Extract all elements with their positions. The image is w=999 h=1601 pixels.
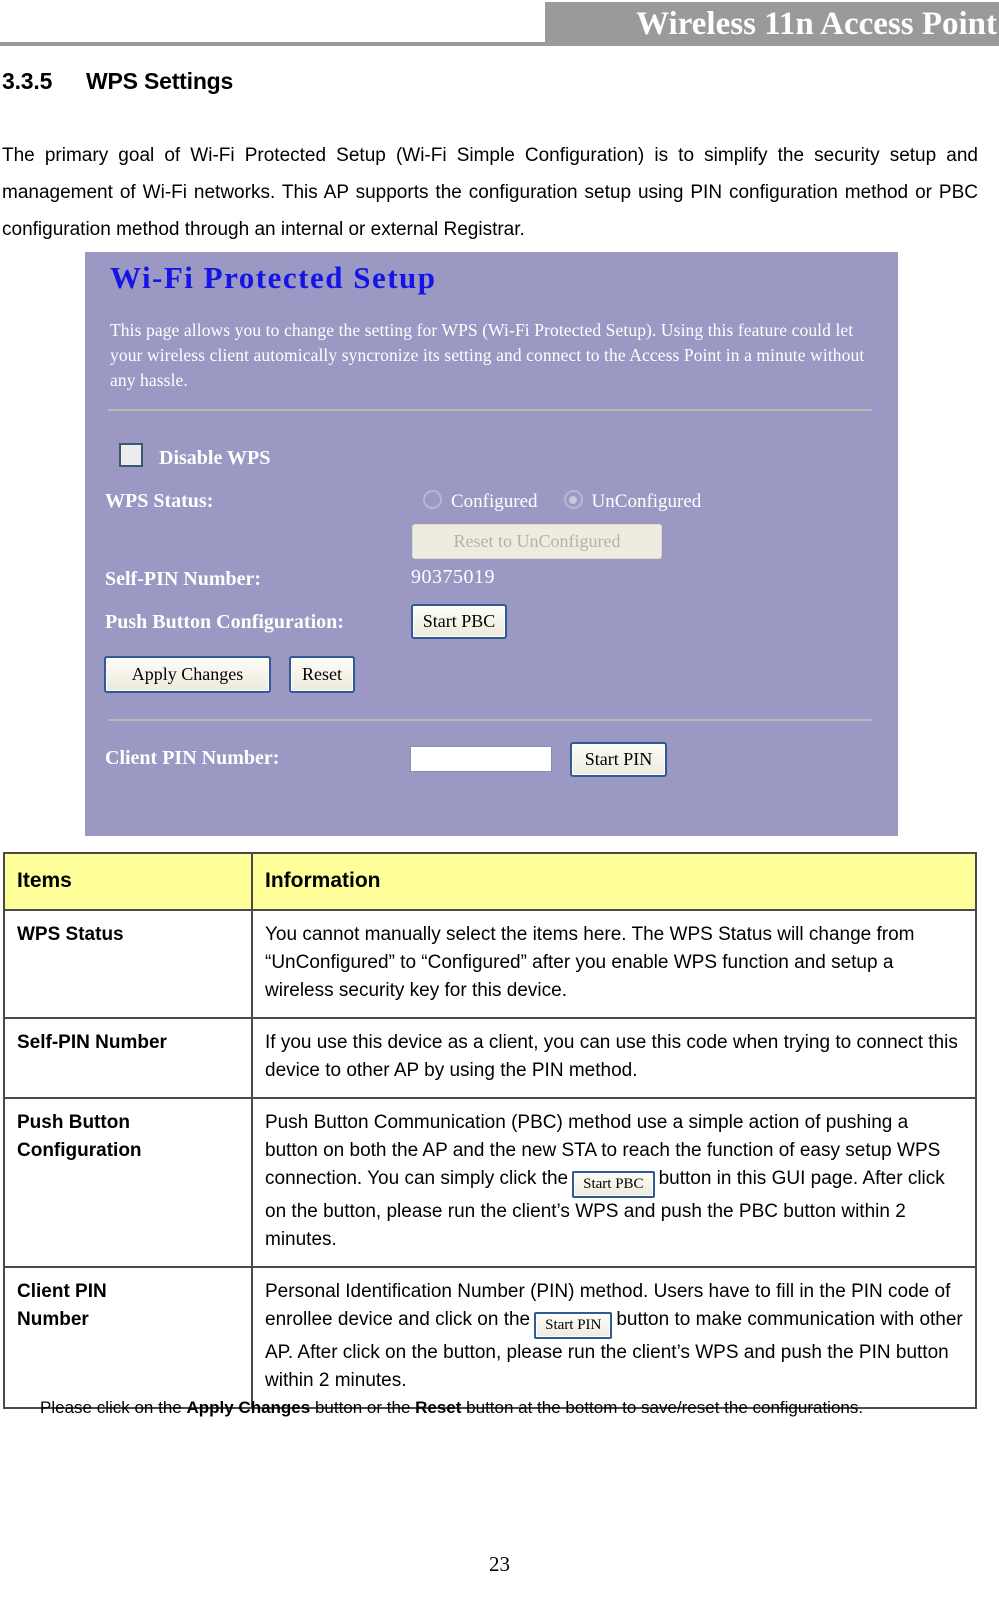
table-row: Client PIN Number Personal Identificatio… — [3, 1266, 977, 1409]
wps-settings-screenshot: Wi-Fi Protected Setup This page allows y… — [85, 252, 898, 836]
header-banner: Wireless 11n Access Point — [545, 2, 999, 46]
page-number: 23 — [489, 1552, 510, 1576]
row-item-wps-status: WPS Status — [3, 909, 253, 1019]
screenshot-title: Wi-Fi Protected Setup — [110, 260, 437, 295]
reset-button[interactable]: Reset — [289, 656, 355, 693]
wps-status-label: WPS Status: — [105, 490, 214, 512]
disable-wps-label: Disable WPS — [159, 447, 271, 469]
row-item-client-pin-number: Client PIN Number — [3, 1266, 253, 1409]
table-row: WPS Status You cannot manually select th… — [3, 909, 977, 1019]
section-number: 3.3.5 — [2, 68, 53, 94]
screenshot-description: This page allows you to change the setti… — [110, 320, 865, 390]
radio-configured-label: Configured — [451, 491, 538, 512]
intro-paragraph: The primary goal of Wi-Fi Protected Setu… — [2, 145, 978, 240]
disable-wps-checkbox[interactable] — [119, 443, 143, 467]
self-pin-label: Self-PIN Number: — [105, 568, 262, 590]
disable-wps-row: Disable WPS — [105, 443, 880, 470]
section-title: WPS Settings — [86, 68, 234, 94]
row-info-client-pin-number: Personal Identification Number (PIN) met… — [251, 1266, 977, 1409]
footer-note-suffix: button at the bottom to save/reset the c… — [461, 1398, 864, 1417]
start-pbc-button[interactable]: Start PBC — [411, 604, 507, 639]
divider-top — [108, 409, 872, 411]
apply-changes-button[interactable]: Apply Changes — [104, 656, 271, 693]
table-row: Push Button Configuration Push Button Co… — [3, 1097, 977, 1268]
table-header-row: Items Information — [3, 852, 977, 911]
client-pin-label: Client PIN Number: — [105, 747, 280, 769]
row-info-wps-status: You cannot manually select the items her… — [251, 909, 977, 1019]
wps-status-row: WPS Status: Configured UnConfigured — [105, 490, 880, 513]
radio-unconfigured-label: UnConfigured — [591, 491, 702, 512]
reset-to-unconfigured-button[interactable]: Reset to UnConfigured — [412, 524, 662, 559]
inline-start-pin-button[interactable]: Start PIN — [534, 1312, 613, 1339]
header-banner-title: Wireless 11n Access Point — [636, 6, 997, 42]
start-pin-button[interactable]: Start PIN — [570, 742, 667, 777]
divider-bottom — [108, 719, 872, 721]
column-header-information: Information — [251, 852, 977, 911]
client-pin-input[interactable] — [410, 746, 552, 772]
radio-configured[interactable] — [423, 490, 442, 509]
column-header-items: Items — [3, 852, 253, 911]
table-row: Self-PIN Number If you use this device a… — [3, 1017, 977, 1099]
footer-note-mid: button or the — [310, 1398, 416, 1417]
page-title: 3.3.5 WPS Settings — [2, 68, 233, 95]
row-info-push-button-configuration: Push Button Communication (PBC) method u… — [251, 1097, 977, 1268]
footer-note-prefix: Please click on the — [40, 1398, 187, 1417]
header-rule — [0, 42, 548, 46]
document-header: Wireless 11n Access Point — [0, 0, 999, 48]
inline-start-pbc-button[interactable]: Start PBC — [572, 1171, 655, 1198]
row-item-push-button-configuration: Push Button Configuration — [3, 1097, 253, 1268]
push-button-configuration-label: Push Button Configuration: — [105, 611, 344, 633]
footer-note: Please click on the Apply Changes button… — [40, 1396, 960, 1420]
radio-unconfigured[interactable] — [563, 490, 583, 509]
self-pin-value: 90375019 — [411, 566, 495, 588]
wps-status-radio-group: Configured UnConfigured — [423, 490, 727, 513]
row-info-self-pin-number: If you use this device as a client, you … — [251, 1017, 977, 1099]
footer-note-reset: Reset — [415, 1398, 462, 1417]
footer-note-apply-changes: Apply Changes — [186, 1398, 311, 1417]
row-item-self-pin-number: Self-PIN Number — [3, 1017, 253, 1099]
information-table: Items Information WPS Status You cannot … — [3, 852, 977, 1409]
